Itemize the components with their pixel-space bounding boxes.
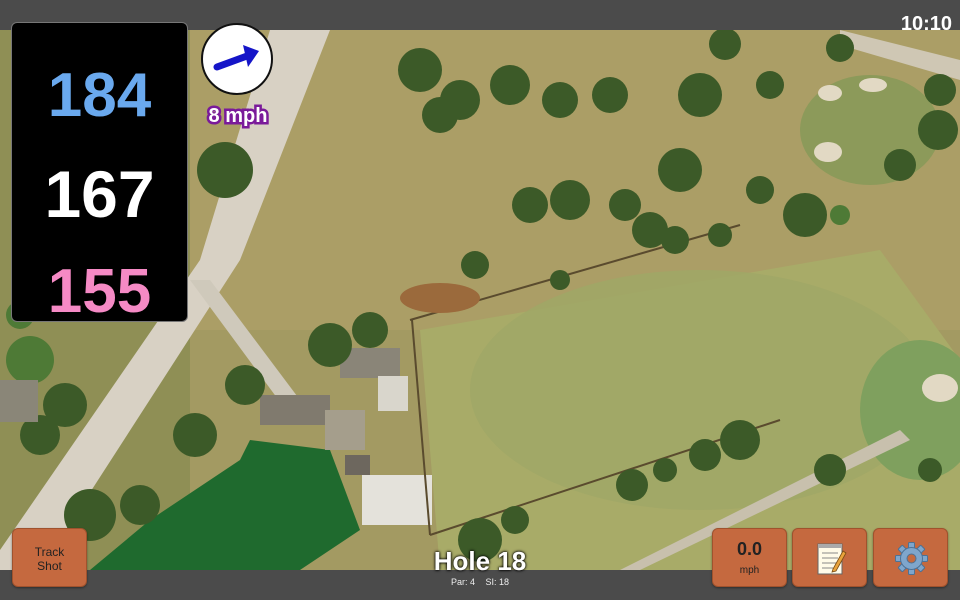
track-shot-label-line1: Track: [34, 545, 65, 559]
speed-value: 0.0: [736, 539, 763, 559]
wind-speed-label: 8 mph: [206, 103, 270, 130]
stroke-index-label: SI: 18: [485, 577, 510, 587]
middle-distance: 167: [44, 157, 155, 231]
par-label: Par: 4: [450, 577, 475, 587]
hole-info: Par: 4 SI: 18: [380, 577, 580, 587]
notes-button[interactable]: [792, 528, 867, 587]
speed-unit: mph: [739, 565, 760, 576]
notepad-icon: [817, 543, 847, 575]
speed-button[interactable]: 0.0 mph: [712, 528, 787, 587]
distance-panel[interactable]: 184 167 155: [11, 22, 188, 326]
arrow-right-icon: [213, 45, 259, 71]
gear-icon: [895, 542, 928, 575]
wind-indicator[interactable]: [201, 23, 273, 95]
track-shot-label-line2: Shot: [37, 559, 62, 573]
back-distance: 184: [47, 61, 152, 130]
hole-title: Hole 18: [433, 546, 527, 576]
settings-button[interactable]: [873, 528, 948, 587]
front-distance: 155: [47, 257, 152, 326]
track-shot-button[interactable]: Track Shot: [12, 528, 87, 587]
